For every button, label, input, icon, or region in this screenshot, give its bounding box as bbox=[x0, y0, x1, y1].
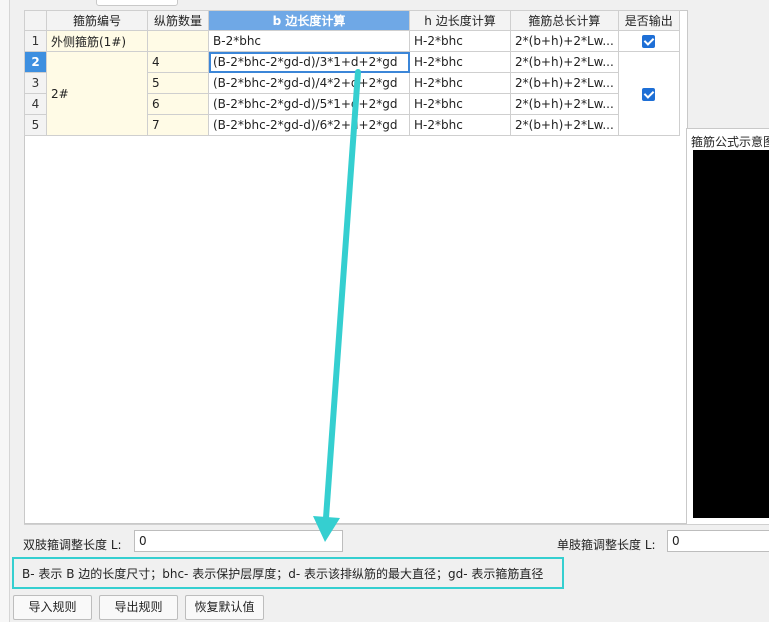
header-h-length[interactable]: h 边长度计算 bbox=[409, 10, 511, 31]
b-formula-cell[interactable]: (B-2*bhc-2*gd-d)/5*1+d+2*gd bbox=[208, 93, 410, 115]
h-formula-cell[interactable]: H-2*bhc bbox=[409, 51, 511, 73]
row-number[interactable]: 3 bbox=[24, 72, 47, 94]
row-number[interactable]: 5 bbox=[24, 114, 47, 136]
output-cell[interactable] bbox=[617, 30, 680, 52]
row-number[interactable]: 4 bbox=[24, 93, 47, 115]
restore-defaults-button[interactable]: 恢复默认值 bbox=[185, 595, 264, 620]
import-rules-button[interactable]: 导入规则 bbox=[13, 595, 92, 620]
output-checkbox[interactable] bbox=[642, 35, 656, 48]
row-number[interactable]: 1 bbox=[24, 30, 47, 52]
total-formula-cell[interactable]: 2*(b+h)+2*Lw... bbox=[510, 30, 619, 52]
table-row[interactable]: 1 外侧箍筋(1#) B-2*bhc H-2*bhc 2*(b+h)+2*Lw.… bbox=[24, 30, 680, 52]
header-corner bbox=[24, 10, 47, 31]
total-formula-cell[interactable]: 2*(b+h)+2*Lw... bbox=[510, 114, 619, 136]
rebar-count-cell[interactable] bbox=[147, 30, 209, 52]
h-formula-cell[interactable]: H-2*bhc bbox=[409, 114, 511, 136]
stirrup-code-cell[interactable]: 2# bbox=[46, 51, 148, 136]
divider bbox=[24, 524, 769, 525]
rebar-count-cell[interactable]: 5 bbox=[147, 72, 209, 94]
export-rules-button[interactable]: 导出规则 bbox=[99, 595, 178, 620]
stirrup-formula-table: 箍筋编号 纵筋数量 b 边长度计算 h 边长度计算 箍筋总长计算 是否输出 1 … bbox=[24, 10, 680, 136]
header-stirrup-code[interactable]: 箍筋编号 bbox=[46, 10, 148, 31]
output-cell[interactable] bbox=[617, 51, 680, 136]
header-rebar-count[interactable]: 纵筋数量 bbox=[147, 10, 209, 31]
preview-image bbox=[693, 150, 769, 518]
b-formula-cell[interactable]: B-2*bhc bbox=[208, 30, 410, 52]
single-adjust-input[interactable]: 0 bbox=[667, 530, 769, 552]
b-formula-cell-selected[interactable]: (B-2*bhc-2*gd-d)/3*1+d+2*gd bbox=[208, 51, 410, 73]
total-formula-cell[interactable]: 2*(b+h)+2*Lw... bbox=[510, 93, 619, 115]
total-formula-cell[interactable]: 2*(b+h)+2*Lw... bbox=[510, 72, 619, 94]
top-partial-control[interactable] bbox=[96, 0, 178, 6]
table-header-row: 箍筋编号 纵筋数量 b 边长度计算 h 边长度计算 箍筋总长计算 是否输出 bbox=[24, 10, 680, 31]
table-row[interactable]: 2 2# 4 (B-2*bhc-2*gd-d)/3*1+d+2*gd H-2*b… bbox=[24, 51, 680, 136]
h-formula-cell[interactable]: H-2*bhc bbox=[409, 93, 511, 115]
double-adjust-label: 双肢箍调整长度 L: bbox=[23, 538, 122, 552]
b-formula-cell[interactable]: (B-2*bhc-2*gd-d)/6*2+d+2*gd bbox=[208, 114, 410, 136]
output-checkbox[interactable] bbox=[642, 87, 656, 101]
double-adjust-input[interactable]: 0 bbox=[134, 530, 343, 552]
variable-legend: B- 表示 B 边的长度尺寸；bhc- 表示保护层厚度；d- 表示该排纵筋的最大… bbox=[12, 557, 564, 589]
rebar-count-cell[interactable]: 7 bbox=[147, 114, 209, 136]
h-formula-cell[interactable]: H-2*bhc bbox=[409, 30, 511, 52]
row-number[interactable]: 2 bbox=[24, 51, 47, 73]
header-total-length[interactable]: 箍筋总长计算 bbox=[510, 10, 619, 31]
header-output[interactable]: 是否输出 bbox=[617, 10, 680, 31]
left-panel-edge bbox=[0, 0, 10, 622]
single-adjust-label: 单肢箍调整长度 L: bbox=[557, 538, 656, 552]
h-formula-cell[interactable]: H-2*bhc bbox=[409, 72, 511, 94]
stirrup-code-cell[interactable]: 外侧箍筋(1#) bbox=[46, 30, 148, 52]
b-formula-cell[interactable]: (B-2*bhc-2*gd-d)/4*2+d+2*gd bbox=[208, 72, 410, 94]
header-b-length[interactable]: b 边长度计算 bbox=[208, 10, 410, 31]
rebar-count-cell[interactable]: 6 bbox=[147, 93, 209, 115]
total-formula-cell[interactable]: 2*(b+h)+2*Lw... bbox=[510, 51, 619, 73]
preview-title: 箍筋公式示意图 bbox=[691, 135, 769, 149]
rebar-count-cell[interactable]: 4 bbox=[147, 51, 209, 73]
